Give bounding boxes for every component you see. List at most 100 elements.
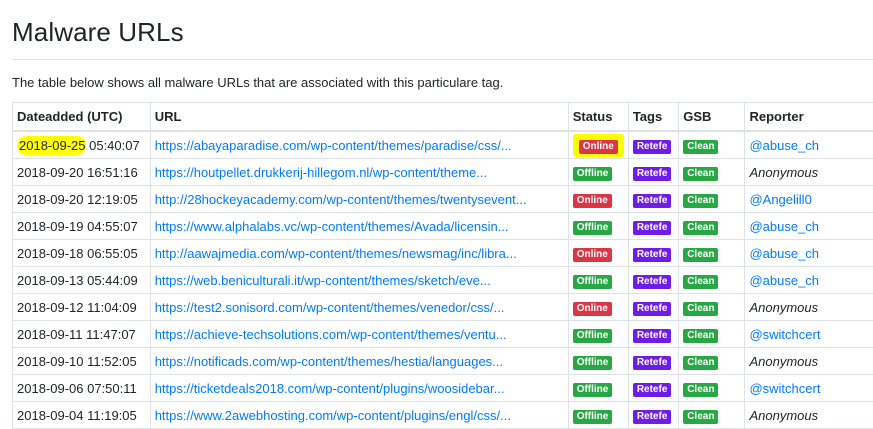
- url-cell: https://www.2awebhosting.com/wp-content/…: [149, 401, 569, 429]
- status-cell: Online: [567, 130, 629, 159]
- status-badge: Online: [572, 247, 612, 262]
- date-time: 05:40:07: [85, 137, 140, 153]
- status-badge: Online: [572, 301, 612, 316]
- gsb-cell: Clean: [678, 130, 746, 159]
- table-row: 2018-09-20 12:19:05 http://28hockeyacade…: [12, 185, 873, 213]
- reporter-cell: @switchcert: [744, 374, 873, 402]
- title-divider: [12, 59, 873, 60]
- tag-badge[interactable]: Retefe: [632, 139, 672, 154]
- url-cell: https://abayaparadise.com/wp-content/the…: [149, 130, 569, 159]
- url-cell: http://28hockeyacademy.com/wp-content/th…: [149, 185, 569, 213]
- reporter-link[interactable]: @abuse_ch: [749, 273, 819, 288]
- url-link[interactable]: https://ticketdeals2018.com/wp-content/p…: [155, 381, 505, 396]
- date-cell: 2018-09-10 11:52:05: [12, 347, 151, 375]
- gsb-cell: Clean: [678, 347, 746, 375]
- url-link[interactable]: https://notificads.com/wp-content/themes…: [155, 354, 503, 369]
- url-link[interactable]: https://achieve-techsolutions.com/wp-con…: [155, 327, 507, 342]
- reporter-anonymous: Anonymous: [749, 164, 819, 180]
- date-cell: 2018-09-19 04:55:07: [12, 212, 151, 240]
- status-badge: Online: [572, 193, 612, 208]
- reporter-cell: @Angelill0: [744, 185, 873, 213]
- table-row: 2018-09-18 06:55:05 http://aawajmedia.co…: [12, 239, 873, 267]
- tags-cell: Retefe: [627, 320, 680, 348]
- table-row: 2018-09-13 05:44:09 https://web.benicult…: [12, 266, 873, 294]
- page-title: Malware URLs: [12, 17, 184, 47]
- tags-cell: Retefe: [627, 239, 680, 267]
- date-cell: 2018-09-04 11:19:05: [12, 401, 151, 429]
- gsb-cell: Clean: [678, 320, 746, 348]
- header-reporter[interactable]: Reporter: [744, 102, 873, 132]
- tag-badge[interactable]: Retefe: [632, 274, 672, 289]
- tags-cell: Retefe: [627, 212, 680, 240]
- header-tags[interactable]: Tags: [627, 102, 680, 132]
- status-cell: Offline: [567, 347, 629, 375]
- header-dateadded[interactable]: Dateadded (UTC): [12, 102, 151, 132]
- date-cell: 2018-09-20 16:51:16: [12, 158, 151, 186]
- reporter-link[interactable]: @abuse_ch: [749, 246, 819, 261]
- gsb-badge: Clean: [683, 301, 719, 316]
- status-badge: Offline: [572, 328, 613, 343]
- reporter-link[interactable]: @abuse_ch: [749, 138, 819, 153]
- tag-badge[interactable]: Retefe: [632, 382, 672, 397]
- url-link[interactable]: https://web.beniculturali.it/wp-content/…: [155, 273, 491, 288]
- reporter-anonymous: Anonymous: [749, 353, 819, 369]
- table-row: 2018-09-20 16:51:16 https://houtpellet.d…: [12, 158, 873, 186]
- url-link[interactable]: https://test2.sonisord.com/wp-content/th…: [155, 300, 505, 315]
- tag-badge[interactable]: Retefe: [632, 193, 672, 208]
- gsb-cell: Clean: [678, 158, 746, 186]
- url-link[interactable]: https://www.2awebhosting.com/wp-content/…: [155, 408, 511, 423]
- header-url[interactable]: URL: [149, 102, 569, 132]
- tags-cell: Retefe: [627, 130, 680, 159]
- reporter-link[interactable]: @abuse_ch: [749, 219, 819, 234]
- status-badge: Offline: [572, 409, 613, 424]
- tag-badge[interactable]: Retefe: [632, 409, 672, 424]
- url-link[interactable]: http://28hockeyacademy.com/wp-content/th…: [155, 192, 527, 207]
- reporter-link[interactable]: @switchcert: [749, 327, 820, 342]
- reporter-cell: @abuse_ch: [744, 239, 873, 267]
- url-cell: https://www.alphalabs.vc/wp-content/them…: [149, 212, 569, 240]
- gsb-badge: Clean: [683, 382, 719, 397]
- status-cell: Offline: [567, 401, 629, 429]
- tags-cell: Retefe: [627, 347, 680, 375]
- date-cell: 2018-09-18 06:55:05: [12, 239, 151, 267]
- header-gsb[interactable]: GSB: [678, 102, 746, 132]
- status-badge: Offline: [572, 166, 613, 181]
- table-row: 2018-09-04 11:19:05 https://www.2awebhos…: [12, 401, 873, 429]
- tag-badge[interactable]: Retefe: [632, 247, 672, 262]
- tag-badge[interactable]: Retefe: [632, 301, 672, 316]
- table-row: 2018-09-10 11:52:05 https://notificads.c…: [12, 347, 873, 375]
- malware-url-table: Dateadded (UTC) URL Status Tags GSB Repo…: [12, 102, 873, 429]
- reporter-link[interactable]: @Angelill0: [749, 192, 811, 207]
- tags-cell: Retefe: [627, 185, 680, 213]
- reporter-cell: @abuse_ch: [744, 130, 873, 159]
- status-badge: Offline: [572, 274, 613, 289]
- gsb-badge: Clean: [683, 247, 719, 262]
- gsb-cell: Clean: [678, 266, 746, 294]
- date-cell: 2018-09-06 07:50:11: [12, 374, 151, 402]
- status-cell: Offline: [567, 158, 629, 186]
- reporter-cell: @abuse_ch: [744, 266, 873, 294]
- url-link[interactable]: http://aawajmedia.com/wp-content/themes/…: [155, 246, 517, 261]
- table-row: 2018-09-11 11:47:07 https://achieve-tech…: [12, 320, 873, 348]
- header-status[interactable]: Status: [567, 102, 629, 132]
- status-badge: Offline: [572, 220, 613, 235]
- url-link[interactable]: https://abayaparadise.com/wp-content/the…: [155, 138, 512, 153]
- reporter-cell: @abuse_ch: [744, 212, 873, 240]
- status-cell: Offline: [567, 320, 629, 348]
- reporter-cell: Anonymous: [744, 293, 873, 321]
- url-cell: http://aawajmedia.com/wp-content/themes/…: [149, 239, 569, 267]
- reporter-link[interactable]: @switchcert: [749, 381, 820, 396]
- status-badge: Online: [578, 139, 618, 154]
- url-link[interactable]: https://houtpellet.drukkerij-hillegom.nl…: [155, 165, 487, 180]
- url-link[interactable]: https://www.alphalabs.vc/wp-content/them…: [155, 219, 509, 234]
- tag-badge[interactable]: Retefe: [632, 220, 672, 235]
- gsb-cell: Clean: [678, 374, 746, 402]
- gsb-cell: Clean: [678, 401, 746, 429]
- gsb-badge: Clean: [683, 328, 719, 343]
- table-row: 2018-09-06 07:50:11 https://ticketdeals2…: [12, 374, 873, 402]
- status-cell: Offline: [567, 212, 629, 240]
- tag-badge[interactable]: Retefe: [632, 166, 672, 181]
- date-cell: 2018-09-20 12:19:05: [12, 185, 151, 213]
- tag-badge[interactable]: Retefe: [632, 355, 672, 370]
- tag-badge[interactable]: Retefe: [632, 328, 672, 343]
